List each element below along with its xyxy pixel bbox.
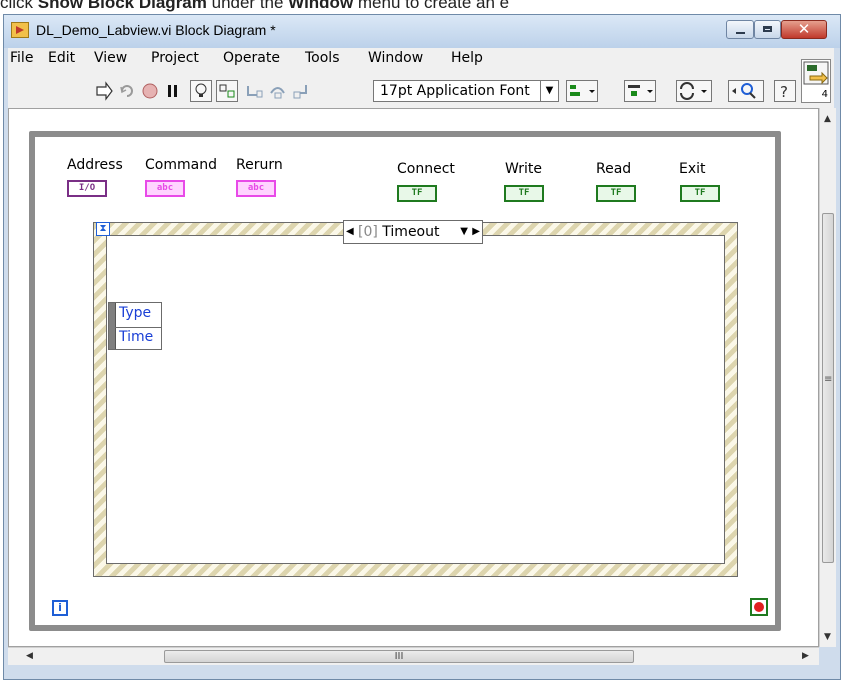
- step-into-icon[interactable]: [244, 80, 266, 102]
- read-terminal[interactable]: TF: [596, 185, 636, 202]
- connect-terminal[interactable]: TF: [397, 185, 437, 202]
- run-continuously-icon[interactable]: [116, 80, 138, 102]
- iteration-terminal[interactable]: i: [52, 600, 68, 616]
- horizontal-scroll-thumb[interactable]: III: [164, 650, 634, 663]
- menu-edit[interactable]: Edit: [48, 50, 75, 66]
- window-title: DL_Demo_Labview.vi Block Diagram *: [36, 22, 276, 38]
- return-label: Rerurn: [236, 157, 283, 173]
- write-label: Write: [505, 161, 542, 177]
- command-terminal[interactable]: abc: [145, 180, 185, 197]
- scroll-down-icon[interactable]: ▼: [824, 632, 831, 642]
- vertical-scroll-thumb[interactable]: ≡: [822, 213, 834, 563]
- step-out-icon[interactable]: [290, 80, 312, 102]
- menu-window[interactable]: Window: [368, 50, 423, 66]
- menu-tools[interactable]: Tools: [305, 50, 340, 66]
- event-data-time: Time: [119, 329, 154, 345]
- maximize-button[interactable]: [754, 20, 781, 39]
- close-button[interactable]: ✕: [781, 20, 827, 39]
- menu-project[interactable]: Project: [151, 50, 199, 66]
- write-terminal[interactable]: TF: [504, 185, 544, 202]
- menu-view[interactable]: View: [94, 50, 127, 66]
- read-label: Read: [596, 161, 632, 177]
- decrement-arrow-icon[interactable]: ◀: [346, 221, 354, 243]
- event-structure-subdiagram[interactable]: [106, 235, 725, 564]
- chevron-down-icon[interactable]: ▼: [460, 221, 468, 243]
- stop-condition-icon[interactable]: [750, 598, 768, 616]
- menu-bar: File Edit View Project Operate Tools Win…: [8, 48, 834, 70]
- grip-icon: ≡: [824, 374, 833, 385]
- exit-label: Exit: [679, 161, 706, 177]
- highlight-execution-icon[interactable]: [190, 80, 212, 102]
- align-objects-icon[interactable]: [566, 80, 598, 102]
- title-bar[interactable]: DL_Demo_Labview.vi Block Diagram * ✕: [4, 15, 840, 48]
- labview-vi-icon: [11, 22, 29, 38]
- event-structure[interactable]: [93, 222, 738, 577]
- run-arrow-icon[interactable]: [93, 80, 115, 102]
- horizontal-scrollbar[interactable]: ◀ III ▶: [8, 647, 819, 665]
- menu-file[interactable]: File: [10, 50, 33, 66]
- retain-wire-values-icon[interactable]: [216, 80, 238, 102]
- close-icon: ✕: [797, 20, 811, 38]
- abort-execution-icon[interactable]: [139, 80, 161, 102]
- grip-icon: III: [394, 651, 404, 662]
- return-terminal[interactable]: abc: [236, 180, 276, 197]
- search-icon[interactable]: [728, 80, 764, 102]
- node-divider: [115, 327, 161, 328]
- event-data-node[interactable]: Type Time: [108, 302, 162, 350]
- scroll-left-icon[interactable]: ◀: [26, 651, 33, 661]
- command-label: Command: [145, 157, 217, 173]
- timeout-hourglass-icon[interactable]: ⧗: [96, 222, 110, 236]
- vi-connector-icon[interactable]: 4: [801, 59, 831, 103]
- event-data-type: Type: [119, 305, 152, 321]
- scroll-up-icon[interactable]: ▲: [824, 114, 831, 124]
- exit-terminal[interactable]: TF: [680, 185, 720, 202]
- svg-text:?: ?: [780, 83, 788, 101]
- menu-operate[interactable]: Operate: [223, 50, 280, 66]
- distribute-objects-icon[interactable]: [624, 80, 656, 102]
- chevron-down-icon: ▼: [540, 81, 558, 101]
- pause-icon[interactable]: [162, 80, 184, 102]
- minimize-button[interactable]: [726, 20, 754, 39]
- vertical-scrollbar[interactable]: ▲ ≡ ▼: [819, 108, 836, 647]
- reorder-icon[interactable]: [676, 80, 712, 102]
- increment-arrow-icon[interactable]: ▶: [472, 221, 480, 243]
- address-terminal[interactable]: I/O: [67, 180, 107, 197]
- connect-label: Connect: [397, 161, 455, 177]
- event-case-label: [0] Timeout: [358, 224, 440, 240]
- event-case-selector[interactable]: ◀ [0] Timeout ▼ ▶: [343, 220, 483, 244]
- toolbar: 17pt Application Font ▼ ?: [8, 70, 834, 108]
- scroll-right-icon[interactable]: ▶: [802, 651, 809, 661]
- text-settings-dropdown[interactable]: 17pt Application Font ▼: [373, 80, 559, 102]
- help-icon[interactable]: ?: [774, 80, 796, 102]
- node-handle: [109, 303, 116, 349]
- address-label: Address: [67, 157, 123, 173]
- step-over-icon[interactable]: [267, 80, 289, 102]
- font-selector-value: 17pt Application Font: [380, 83, 530, 99]
- menu-help[interactable]: Help: [451, 50, 483, 66]
- connector-pane-number: 4: [821, 89, 828, 100]
